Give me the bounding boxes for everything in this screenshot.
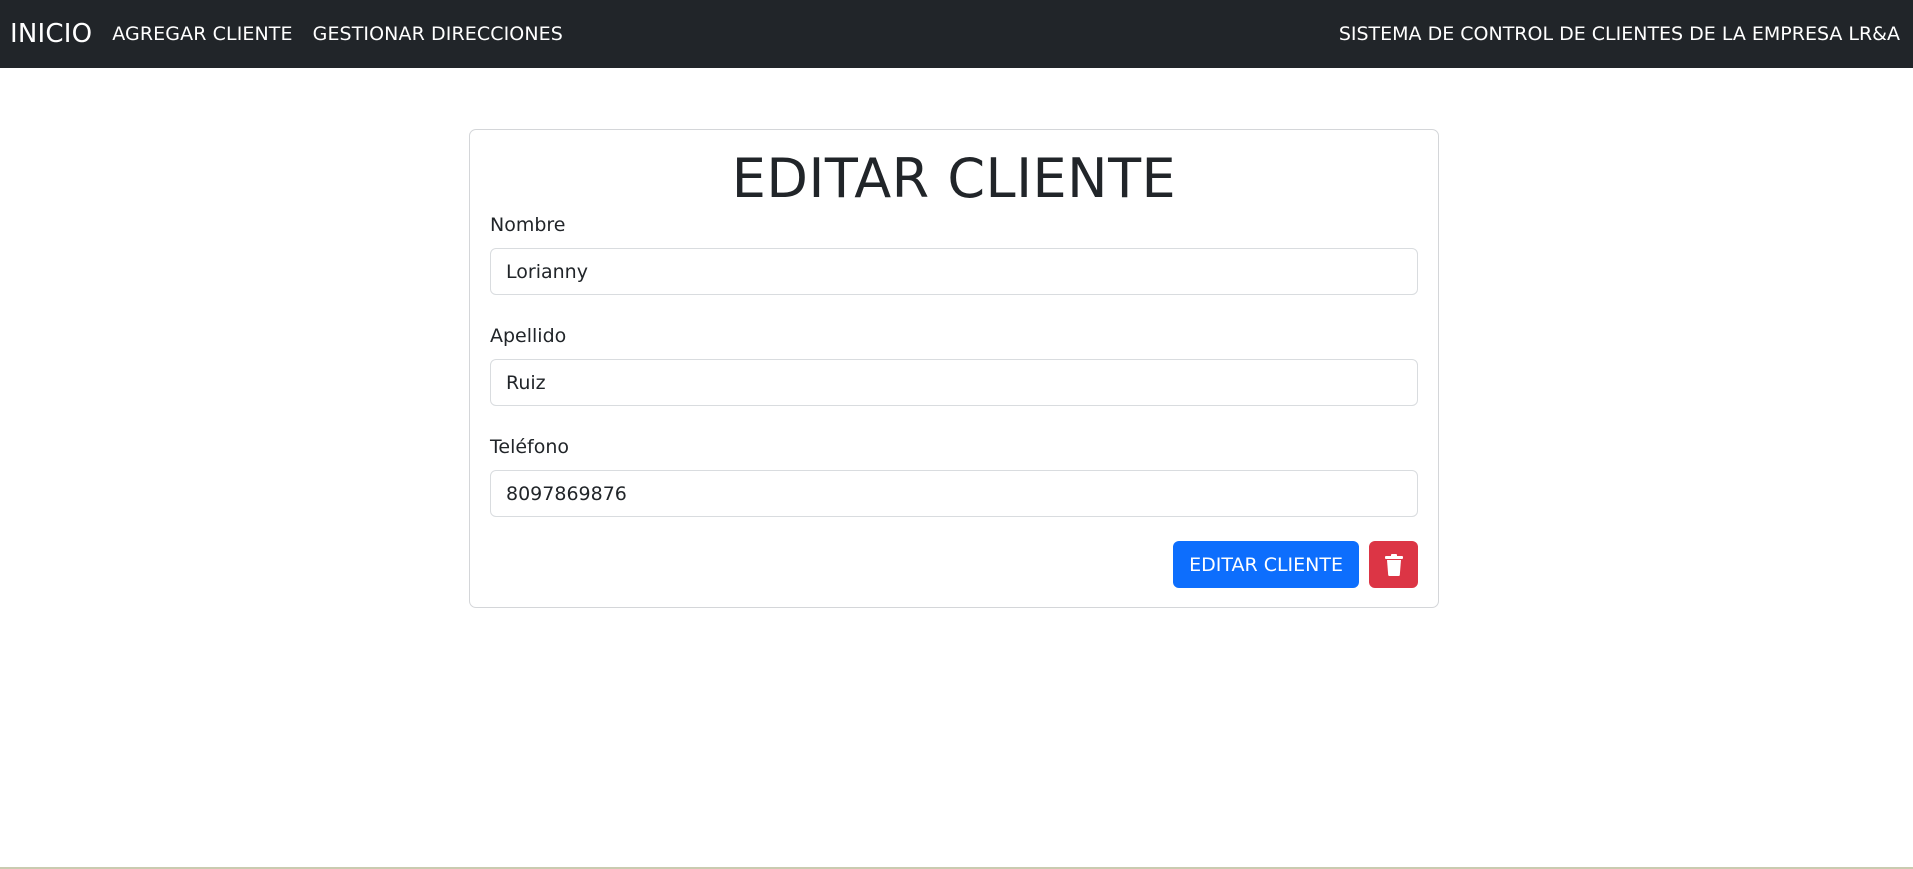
system-title: SISTEMA DE CONTROL DE CLIENTES DE LA EMP… <box>1338 23 1900 45</box>
nombre-label: Nombre <box>490 214 566 236</box>
telefono-input[interactable] <box>490 470 1418 517</box>
apellido-label: Apellido <box>490 325 567 347</box>
nav-link-gestionar-direcciones[interactable]: GESTIONAR DIRECCIONES <box>313 23 563 45</box>
telefono-label: Teléfono <box>490 436 570 458</box>
trash-icon <box>1384 553 1403 576</box>
top-navbar: INICIO AGREGAR CLIENTE GESTIONAR DIRECCI… <box>0 0 1913 68</box>
apellido-field-group: Apellido <box>490 325 1418 406</box>
apellido-input[interactable] <box>490 359 1418 406</box>
page-title: EDITAR CLIENTE <box>731 147 1177 210</box>
form-actions: EDITAR CLIENTE <box>1173 541 1418 588</box>
edit-client-button[interactable]: EDITAR CLIENTE <box>1173 541 1359 588</box>
edit-client-card: EDITAR CLIENTE Nombre Apellido Teléfono … <box>469 129 1439 608</box>
delete-client-button[interactable] <box>1369 541 1418 588</box>
nav-brand-inicio[interactable]: INICIO <box>10 19 92 49</box>
nombre-input[interactable] <box>490 248 1418 295</box>
nav-link-agregar-cliente[interactable]: AGREGAR CLIENTE <box>112 23 292 45</box>
nombre-field-group: Nombre <box>490 214 1418 295</box>
telefono-field-group: Teléfono <box>490 436 1418 517</box>
